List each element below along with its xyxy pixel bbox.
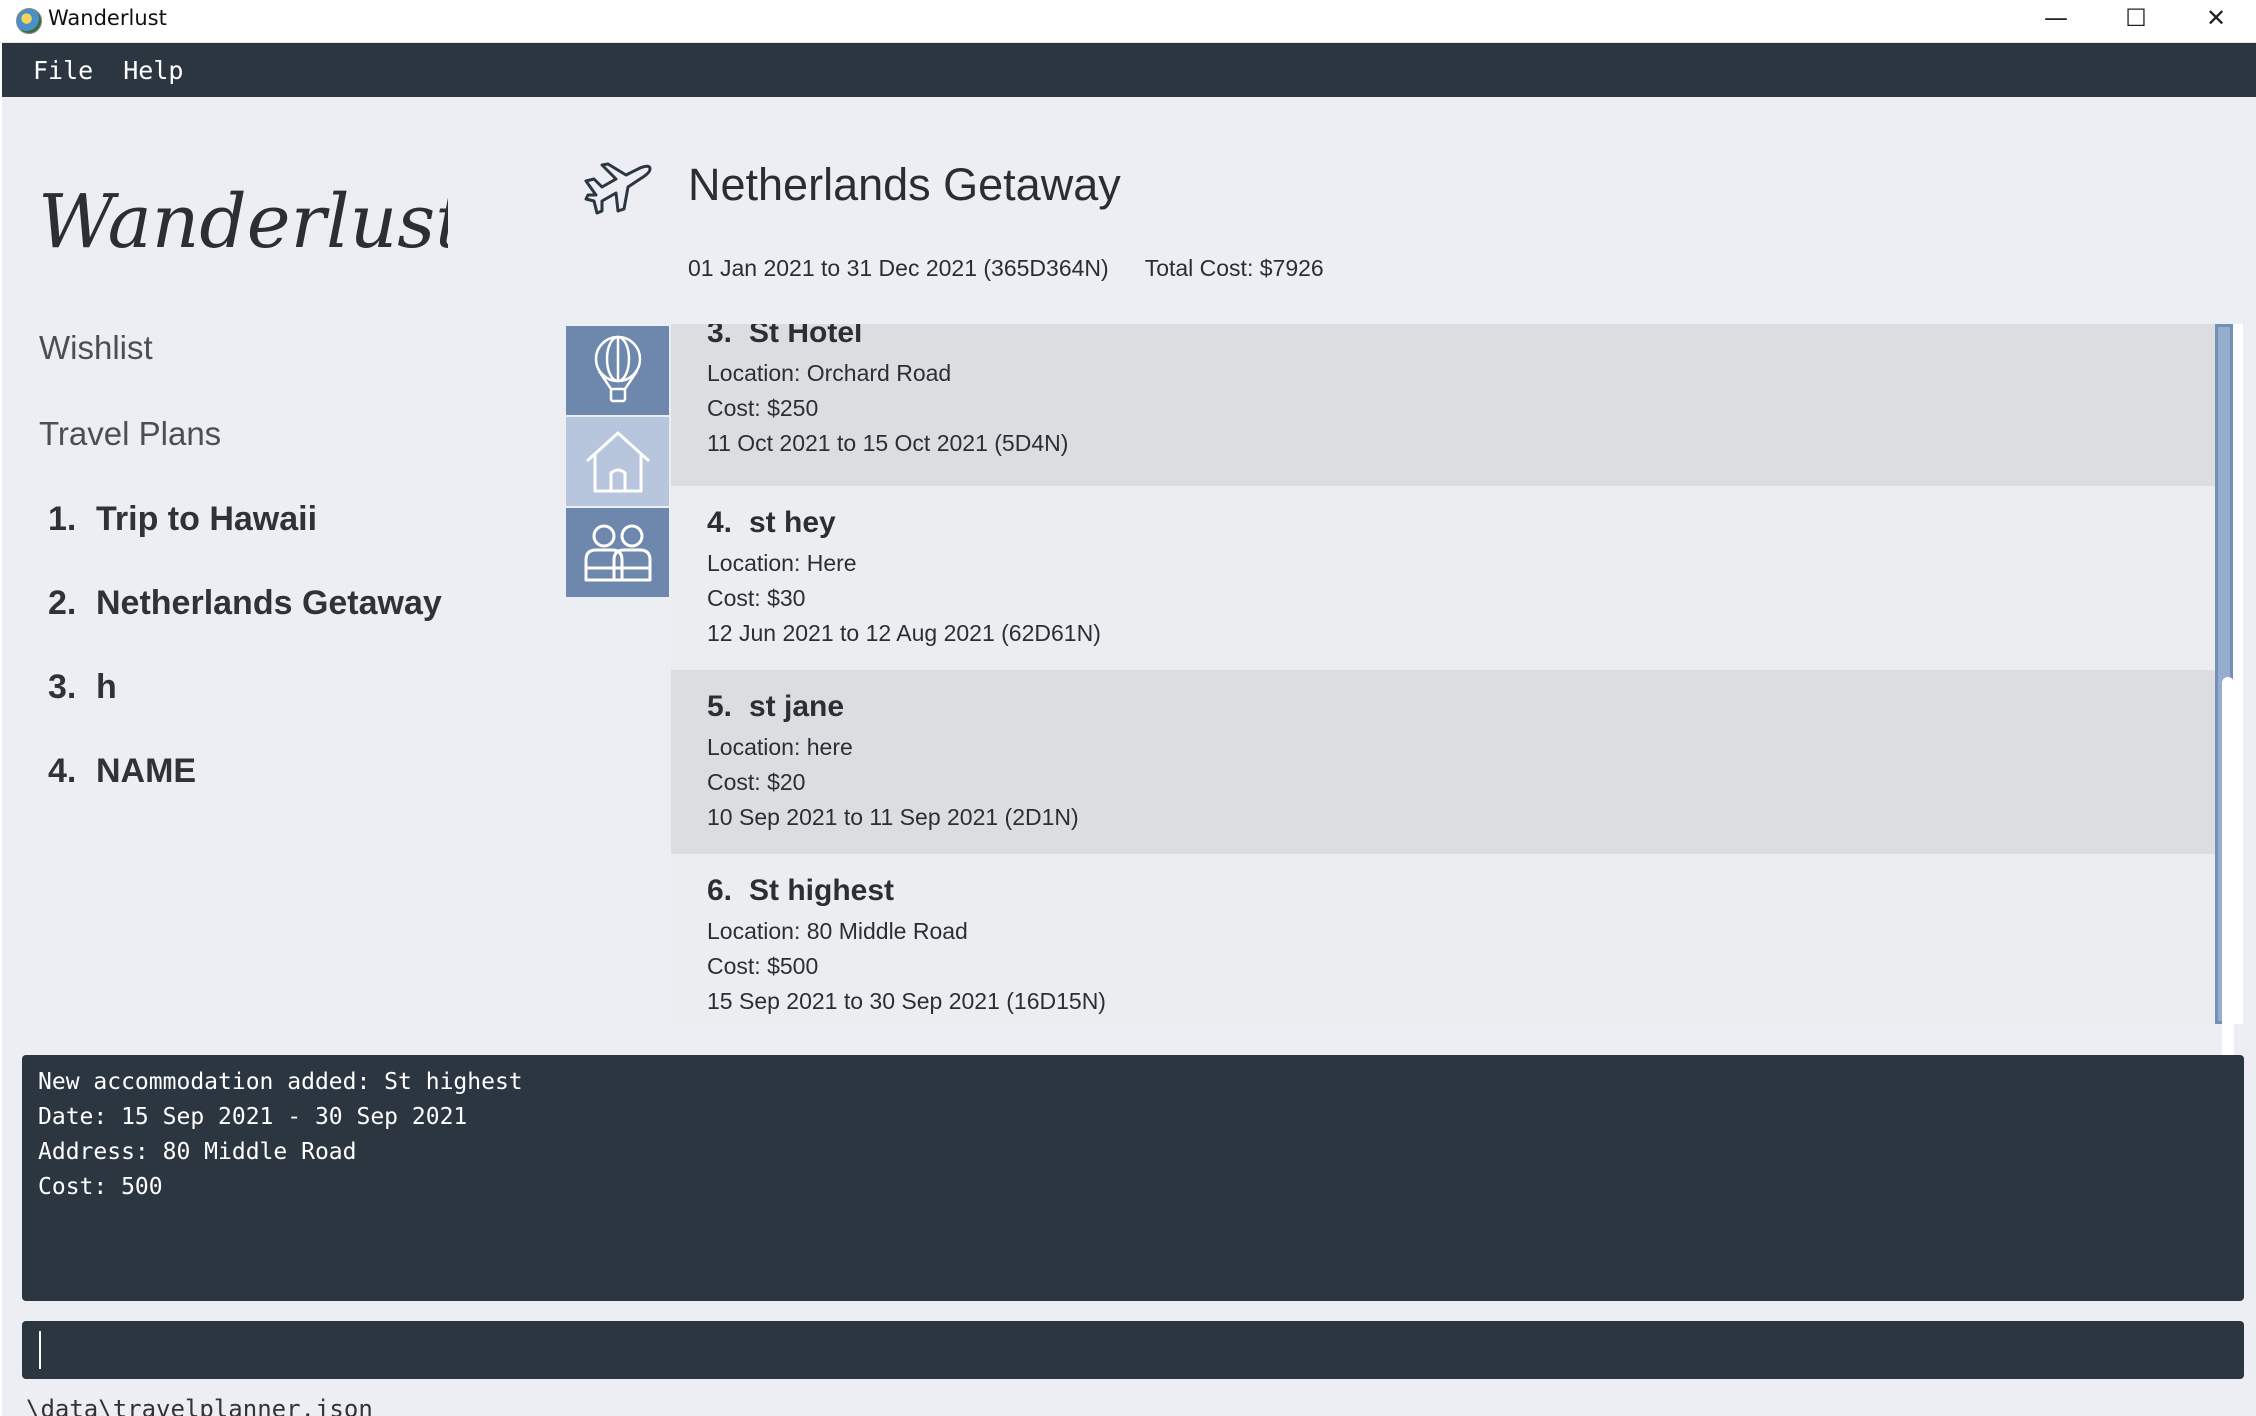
result-line: Cost: 500	[38, 1174, 163, 1200]
accommodation-list[interactable]: 3. St Hotel Location: Orchard Road Cost:…	[671, 324, 2215, 1024]
plan-name: Netherlands Getaway	[96, 584, 442, 622]
card-cost: Cost: $250	[707, 395, 819, 421]
command-input[interactable]	[22, 1321, 2244, 1379]
card-dates: 15 Sep 2021 to 30 Sep 2021 (16D15N)	[707, 988, 1106, 1014]
card-location: Location: here	[707, 734, 853, 760]
hot-air-balloon-icon	[594, 335, 641, 402]
list-item[interactable]: 5. st jane Location: here Cost: $20 10 S…	[671, 670, 2215, 854]
card-dates: 11 Oct 2021 to 15 Oct 2021 (5D4N)	[707, 430, 1069, 456]
trip-meta: 01 Jan 2021 to 31 Dec 2021 (365D364N) To…	[688, 255, 1324, 282]
card-cost: Cost: $20	[707, 769, 806, 795]
text-caret	[39, 1331, 41, 1369]
card-title: 5. st jane	[707, 690, 2215, 724]
people-icon	[584, 524, 651, 581]
house-icon	[585, 431, 650, 492]
card-title: 6. St highest	[707, 874, 2215, 908]
card-number: 3.	[707, 324, 733, 349]
card-name: St highest	[749, 874, 895, 907]
card-location: Location: 80 Middle Road	[707, 918, 968, 944]
close-button[interactable]: ✕	[2176, 0, 2256, 36]
card-name: St Hotel	[749, 324, 863, 349]
card-name: st hey	[749, 506, 836, 539]
card-number: 5.	[707, 690, 733, 723]
plan-number: 4.	[48, 752, 77, 790]
sidebar-travel-plans[interactable]: Travel Plans	[39, 415, 221, 453]
wanderlust-logo: Wanderlust	[38, 179, 448, 265]
menu-file[interactable]: File	[18, 56, 108, 85]
card-location: Location: Orchard Road	[707, 360, 952, 386]
plan-item[interactable]: 3. h	[48, 668, 117, 707]
trip-title: Netherlands Getaway	[688, 159, 1121, 210]
plan-item[interactable]: 2. Netherlands Getaway	[48, 584, 442, 623]
plan-name: h	[96, 668, 117, 706]
window-title-bar: Wanderlust — ☐ ✕	[0, 0, 2256, 43]
maximize-button[interactable]: ☐	[2096, 0, 2176, 36]
tab-activities[interactable]	[566, 326, 669, 415]
card-number: 6.	[707, 874, 733, 907]
card-name: st jane	[749, 690, 845, 723]
card-cost: Cost: $500	[707, 953, 819, 979]
window-title: Wanderlust	[48, 6, 167, 30]
sidebar-wishlist[interactable]: Wishlist	[39, 329, 153, 367]
card-title: 3. St Hotel	[707, 324, 2215, 350]
airplane-icon	[584, 162, 652, 215]
result-display: New accommodation added: St highest Date:…	[22, 1055, 2244, 1301]
list-item[interactable]: 6. St highest Location: 80 Middle Road C…	[671, 854, 2215, 1024]
plan-number: 1.	[48, 500, 77, 538]
result-line: Address: 80 Middle Road	[38, 1139, 357, 1165]
command-box[interactable]	[22, 1321, 2244, 1379]
trip-dates: 01 Jan 2021 to 31 Dec 2021 (365D364N)	[688, 255, 1109, 281]
trip-total-cost: Total Cost: $7926	[1144, 255, 1324, 281]
plan-item[interactable]: 1. Trip to Hawaii	[48, 500, 317, 539]
result-line: New accommodation added: St highest	[38, 1069, 523, 1095]
minimize-button[interactable]: —	[2016, 0, 2096, 36]
card-dates: 12 Jun 2021 to 12 Aug 2021 (62D61N)	[707, 620, 1101, 646]
plan-name: Trip to Hawaii	[96, 500, 318, 538]
card-dates: 10 Sep 2021 to 11 Sep 2021 (2D1N)	[707, 804, 1079, 830]
app-globe-icon	[16, 8, 42, 34]
card-cost: Cost: $30	[707, 585, 806, 611]
main-panel: Wanderlust Wishlist Travel Plans 1. Trip…	[2, 97, 2256, 1416]
logo-text: Wanderlust	[38, 179, 448, 265]
tab-accommodations[interactable]	[566, 417, 669, 506]
card-location: Location: Here	[707, 550, 857, 576]
tab-friends[interactable]	[566, 508, 669, 597]
list-item[interactable]: 4. st hey Location: Here Cost: $30 12 Ju…	[671, 486, 2215, 670]
plan-name: NAME	[96, 752, 197, 790]
plan-number: 3.	[48, 668, 77, 706]
result-line: Date: 15 Sep 2021 - 30 Sep 2021	[38, 1104, 468, 1130]
menu-help[interactable]: Help	[108, 56, 198, 85]
list-item[interactable]: 3. St Hotel Location: Orchard Road Cost:…	[671, 324, 2215, 486]
menu-bar: File Help	[2, 43, 2256, 97]
status-bar-path: \data\travelplanner.json	[26, 1395, 373, 1416]
plan-item[interactable]: 4. NAME	[48, 752, 196, 791]
plan-number: 2.	[48, 584, 77, 622]
scrollbar-thumb[interactable]	[2222, 677, 2234, 1117]
card-title: 4. st hey	[707, 506, 2215, 540]
card-number: 4.	[707, 506, 733, 539]
